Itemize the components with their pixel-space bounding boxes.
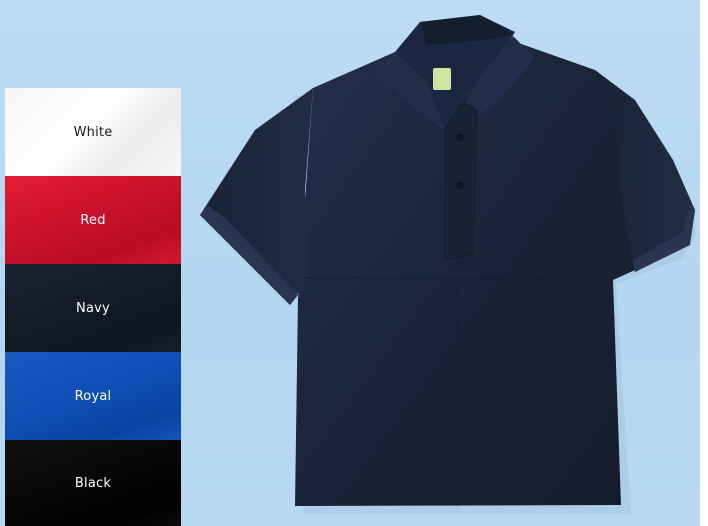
product-color-display: White Red Navy Royal Black (0, 0, 708, 526)
color-swatch-navy[interactable]: Navy (5, 264, 181, 352)
swatch-label-royal: Royal (74, 388, 112, 404)
color-swatch-red[interactable]: Red (5, 176, 181, 264)
swatch-label-red: Red (80, 212, 106, 228)
swatch-label-white: White (73, 124, 113, 140)
polo-shirt-image (200, 15, 695, 514)
color-swatch-royal[interactable]: Royal (5, 352, 181, 440)
color-swatch-black[interactable]: Black (5, 440, 181, 526)
swatch-label-black: Black (74, 475, 112, 491)
color-swatch-list: White Red Navy Royal Black (5, 88, 181, 526)
color-swatch-white[interactable]: White (5, 88, 181, 176)
swatch-label-navy: Navy (76, 300, 110, 316)
edge-strip (700, 0, 708, 526)
